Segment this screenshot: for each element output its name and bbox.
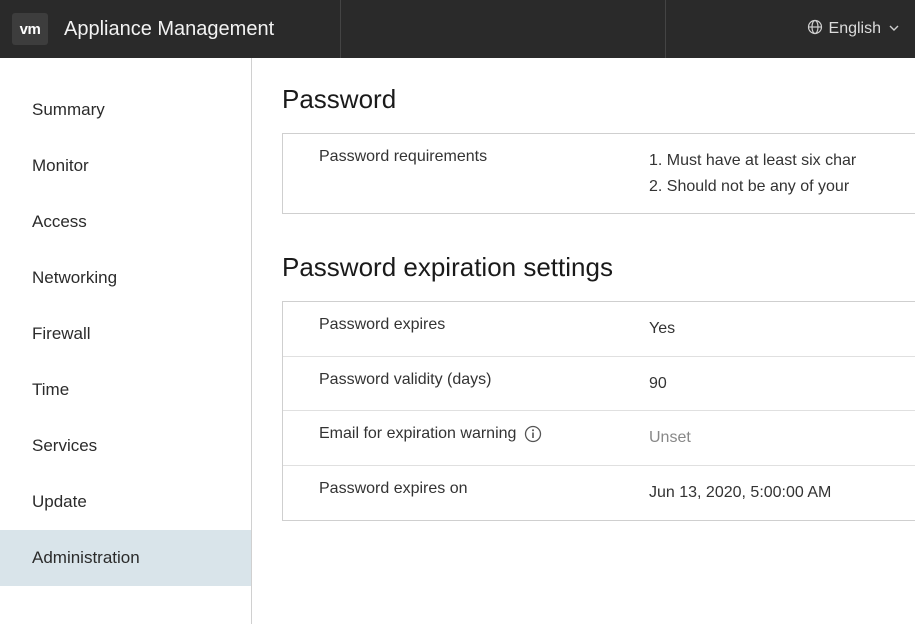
- expiration-section-title: Password expiration settings: [282, 252, 915, 283]
- expiration-row-expires: Password expires Yes: [283, 302, 915, 357]
- header-divider: [340, 0, 341, 58]
- row-value: 1. Must have at least six char 2. Should…: [649, 148, 856, 199]
- sidebar-item-monitor[interactable]: Monitor: [0, 138, 251, 194]
- sidebar-item-networking[interactable]: Networking: [0, 250, 251, 306]
- main-content: Password Password requirements 1. Must h…: [252, 58, 915, 624]
- expiration-row-validity: Password validity (days) 90: [283, 357, 915, 412]
- row-label: Password requirements: [319, 148, 649, 166]
- sidebar-item-administration[interactable]: Administration: [0, 530, 251, 586]
- row-label: Password validity (days): [319, 371, 649, 389]
- password-requirements-panel: Password requirements 1. Must have at le…: [282, 133, 915, 214]
- expiration-row-expires-on: Password expires on Jun 13, 2020, 5:00:0…: [283, 466, 915, 520]
- app-header: vm Appliance Management English: [0, 0, 915, 58]
- sidebar-item-label: Networking: [32, 268, 117, 287]
- sidebar-item-summary[interactable]: Summary: [0, 82, 251, 138]
- sidebar-item-label: Firewall: [32, 324, 91, 343]
- sidebar-item-label: Administration: [32, 548, 140, 567]
- row-value: Jun 13, 2020, 5:00:00 AM: [649, 480, 831, 506]
- password-requirements-row: Password requirements 1. Must have at le…: [283, 134, 915, 213]
- sidebar-item-label: Services: [32, 436, 97, 455]
- sidebar-item-access[interactable]: Access: [0, 194, 251, 250]
- sidebar-item-label: Monitor: [32, 156, 89, 175]
- header-divider: [665, 0, 666, 58]
- globe-icon: [807, 19, 823, 40]
- info-icon[interactable]: [524, 425, 542, 443]
- row-value: Unset: [649, 425, 691, 451]
- sidebar-item-label: Summary: [32, 100, 105, 119]
- row-value: Yes: [649, 316, 675, 342]
- app-title: Appliance Management: [64, 18, 274, 41]
- requirement-line-1: 1. Must have at least six char: [649, 148, 856, 174]
- row-value: 90: [649, 371, 667, 397]
- sidebar-item-time[interactable]: Time: [0, 362, 251, 418]
- requirement-line-2: 2. Should not be any of your: [649, 174, 856, 200]
- sidebar-item-label: Update: [32, 492, 87, 511]
- sidebar-nav: Summary Monitor Access Networking Firewa…: [0, 58, 252, 624]
- row-label: Password expires on: [319, 480, 649, 498]
- chevron-down-icon: [887, 20, 899, 38]
- password-section-title: Password: [282, 84, 915, 115]
- expiration-row-email: Email for expiration warning Unset: [283, 411, 915, 466]
- row-label-text: Email for expiration warning: [319, 425, 516, 443]
- row-label: Email for expiration warning: [319, 425, 649, 443]
- language-picker[interactable]: English: [807, 19, 899, 40]
- sidebar-item-label: Access: [32, 212, 87, 231]
- vmware-logo: vm: [12, 13, 48, 45]
- sidebar-item-label: Time: [32, 380, 69, 399]
- language-label: English: [829, 20, 881, 38]
- sidebar-item-firewall[interactable]: Firewall: [0, 306, 251, 362]
- sidebar-item-services[interactable]: Services: [0, 418, 251, 474]
- logo-text: vm: [20, 21, 41, 38]
- row-label: Password expires: [319, 316, 649, 334]
- sidebar-item-update[interactable]: Update: [0, 474, 251, 530]
- expiration-panel: Password expires Yes Password validity (…: [282, 301, 915, 520]
